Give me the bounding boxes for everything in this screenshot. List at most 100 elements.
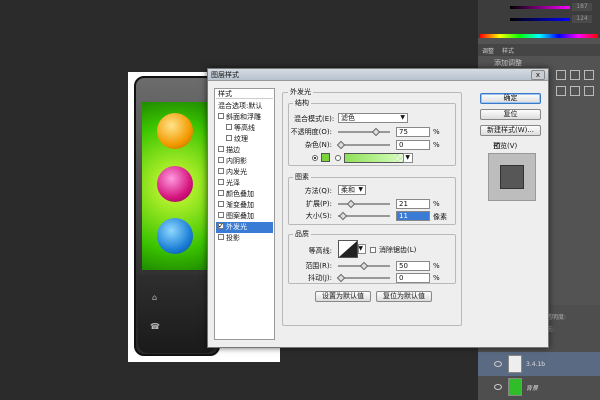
tab-styles[interactable]: 样式: [502, 48, 514, 55]
range-label: 范围(R):: [305, 262, 332, 270]
range-input[interactable]: 50: [396, 261, 430, 271]
technique-select[interactable]: 柔和 ▼: [338, 185, 366, 195]
style-checkbox[interactable]: [218, 212, 224, 218]
jitter-input[interactable]: 0: [396, 273, 430, 283]
style-list-item-label: 渐变叠加: [226, 201, 254, 209]
reset-default-button[interactable]: 复位为默认值: [376, 291, 432, 302]
levels-icon[interactable]: [570, 70, 580, 80]
call-icon: ☎: [150, 322, 160, 331]
close-button[interactable]: x: [531, 70, 545, 80]
phone-keypad: [138, 275, 216, 353]
spread-slider[interactable]: [338, 199, 390, 209]
glow-gradient-picker[interactable]: [344, 153, 412, 163]
style-list-item[interactable]: 混合选项:默认: [216, 101, 273, 112]
style-checkbox[interactable]: [218, 234, 224, 240]
structure-title: 结构: [293, 98, 311, 108]
balance-icon[interactable]: [570, 86, 580, 96]
layer-name[interactable]: 3.4.1b: [526, 361, 545, 368]
opacity-slider[interactable]: [338, 127, 390, 137]
styles-list: 样式 混合选项:默认 斜面和浮雕等高线纹理描边内阴影 内发光 光泽 颜色叠加 渐变叠加图案…: [214, 88, 275, 340]
style-preview: [488, 153, 536, 201]
size-slider[interactable]: [338, 211, 390, 221]
ok-button[interactable]: 确定: [480, 93, 541, 104]
style-list-item-label: 描边: [226, 146, 240, 154]
noise-slider[interactable]: [336, 140, 390, 150]
gradient-dropdown[interactable]: ▼: [403, 153, 413, 163]
style-checkbox[interactable]: [218, 179, 224, 185]
noise-label: 杂色(N):: [304, 141, 332, 149]
jitter-slider[interactable]: [336, 273, 390, 283]
layer-thumbnail: [508, 355, 522, 373]
color-value-2[interactable]: 124: [572, 15, 592, 23]
tab-adjustments[interactable]: 调整: [482, 48, 494, 55]
opacity-input[interactable]: 75: [396, 127, 430, 137]
range-slider[interactable]: [338, 261, 390, 271]
size-input[interactable]: 11: [396, 211, 430, 221]
style-list-item[interactable]: 内发光: [216, 167, 273, 178]
layer-style-dialog: 图层样式 x 样式 混合选项:默认 斜面和浮雕等高线纹理描边内阴影 内发光 光泽 颜色叠…: [207, 68, 549, 348]
style-list-item[interactable]: 等高线: [216, 123, 273, 134]
spread-input[interactable]: 21: [396, 199, 430, 209]
style-list-item[interactable]: 颜色叠加: [216, 189, 273, 200]
style-checkbox[interactable]: [226, 135, 232, 141]
style-list-item-label: 斜面和浮雕: [226, 113, 261, 121]
style-list-item[interactable]: 纹理: [216, 134, 273, 145]
jitter-unit: %: [433, 274, 440, 282]
size-unit: 像素: [433, 213, 447, 221]
style-checkbox[interactable]: [218, 221, 224, 232]
close-icon: x: [535, 71, 541, 79]
eye-icon[interactable]: [494, 384, 502, 390]
spread-label: 扩展(P):: [305, 200, 332, 208]
styles-list-header[interactable]: 样式: [216, 90, 273, 99]
style-checkbox[interactable]: [218, 190, 224, 196]
layer-name[interactable]: 背景: [526, 383, 538, 392]
contour-label: 等高线:: [308, 247, 332, 255]
style-list-item-label: 等高线: [234, 124, 255, 132]
style-checkbox[interactable]: [218, 157, 224, 163]
style-list-item[interactable]: 外发光: [216, 221, 273, 233]
antialias-checkbox[interactable]: [370, 247, 376, 253]
style-checkbox[interactable]: [218, 168, 224, 174]
glow-color-swatch[interactable]: [321, 153, 330, 162]
antialias-label: 消除锯齿(L): [379, 246, 417, 254]
style-list-item[interactable]: 描边: [216, 145, 273, 156]
curves-icon[interactable]: [584, 70, 594, 80]
style-list-item[interactable]: 渐变叠加: [216, 200, 273, 211]
hue-icon[interactable]: [556, 86, 566, 96]
reset-button[interactable]: 复位: [480, 109, 541, 120]
blend-mode-label: 混合模式(E):: [294, 115, 335, 123]
contour-dropdown[interactable]: ▼: [358, 244, 366, 254]
pie-app-icon: [157, 166, 193, 202]
contact-app-icon: [157, 218, 193, 254]
eye-icon[interactable]: [494, 361, 502, 367]
style-checkbox[interactable]: [218, 201, 224, 207]
solid-color-radio[interactable]: [312, 155, 318, 161]
style-list-item[interactable]: 投影: [216, 233, 273, 244]
make-default-button[interactable]: 设置为默认值: [315, 291, 371, 302]
style-list-item[interactable]: 内阴影: [216, 156, 273, 167]
style-list-item-label: 纹理: [234, 135, 248, 143]
style-checkbox[interactable]: [218, 113, 224, 119]
noise-input[interactable]: 0: [396, 140, 430, 150]
style-list-item[interactable]: 图案叠加: [216, 211, 273, 222]
dialog-title-bar[interactable]: 图层样式: [208, 69, 548, 81]
style-list-item[interactable]: 斜面和浮雕: [216, 112, 273, 123]
blend-mode-select[interactable]: 滤色 ▼: [338, 113, 408, 123]
contour-curve-icon: [339, 241, 357, 257]
color-value-1[interactable]: 187: [572, 3, 592, 11]
brightness-icon[interactable]: [556, 70, 566, 80]
color-slider-1[interactable]: [510, 6, 570, 9]
style-checkbox[interactable]: [226, 124, 232, 130]
elements-title: 图素: [293, 172, 311, 182]
new-style-button[interactable]: 新建样式(W)...: [480, 125, 541, 136]
dropdown-arrow-icon: ▼: [400, 114, 405, 121]
style-checkbox[interactable]: [218, 146, 224, 152]
bw-icon[interactable]: [584, 86, 594, 96]
style-list-item[interactable]: 光泽: [216, 178, 273, 189]
adjustments-title: 添加调整: [494, 59, 522, 67]
color-spectrum[interactable]: [480, 34, 598, 38]
gradient-radio[interactable]: [335, 155, 341, 161]
opacity-label: 不透明度(O):: [290, 128, 332, 136]
color-slider-2[interactable]: [510, 18, 570, 21]
contour-picker[interactable]: [338, 240, 358, 258]
